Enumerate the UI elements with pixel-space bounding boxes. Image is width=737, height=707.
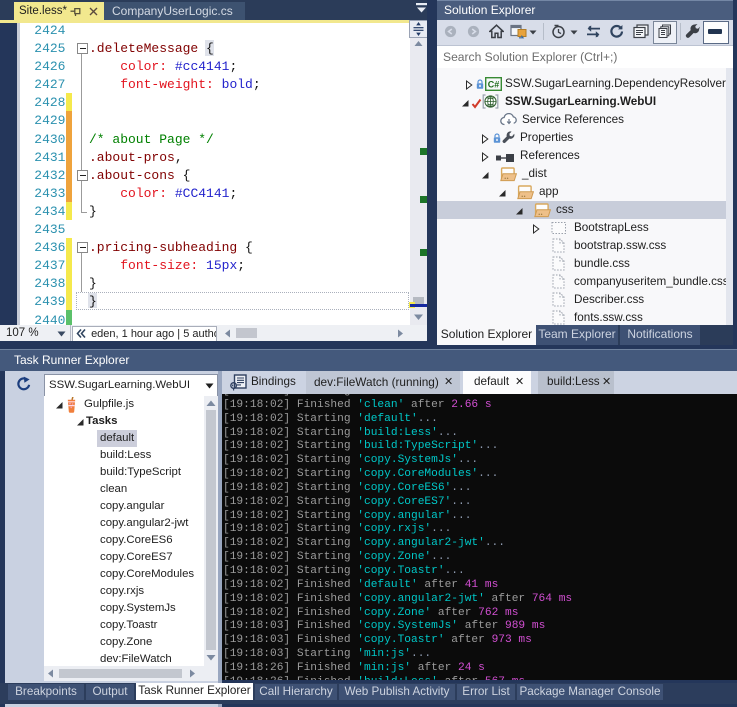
svg-text:C#: C# <box>488 80 500 90</box>
